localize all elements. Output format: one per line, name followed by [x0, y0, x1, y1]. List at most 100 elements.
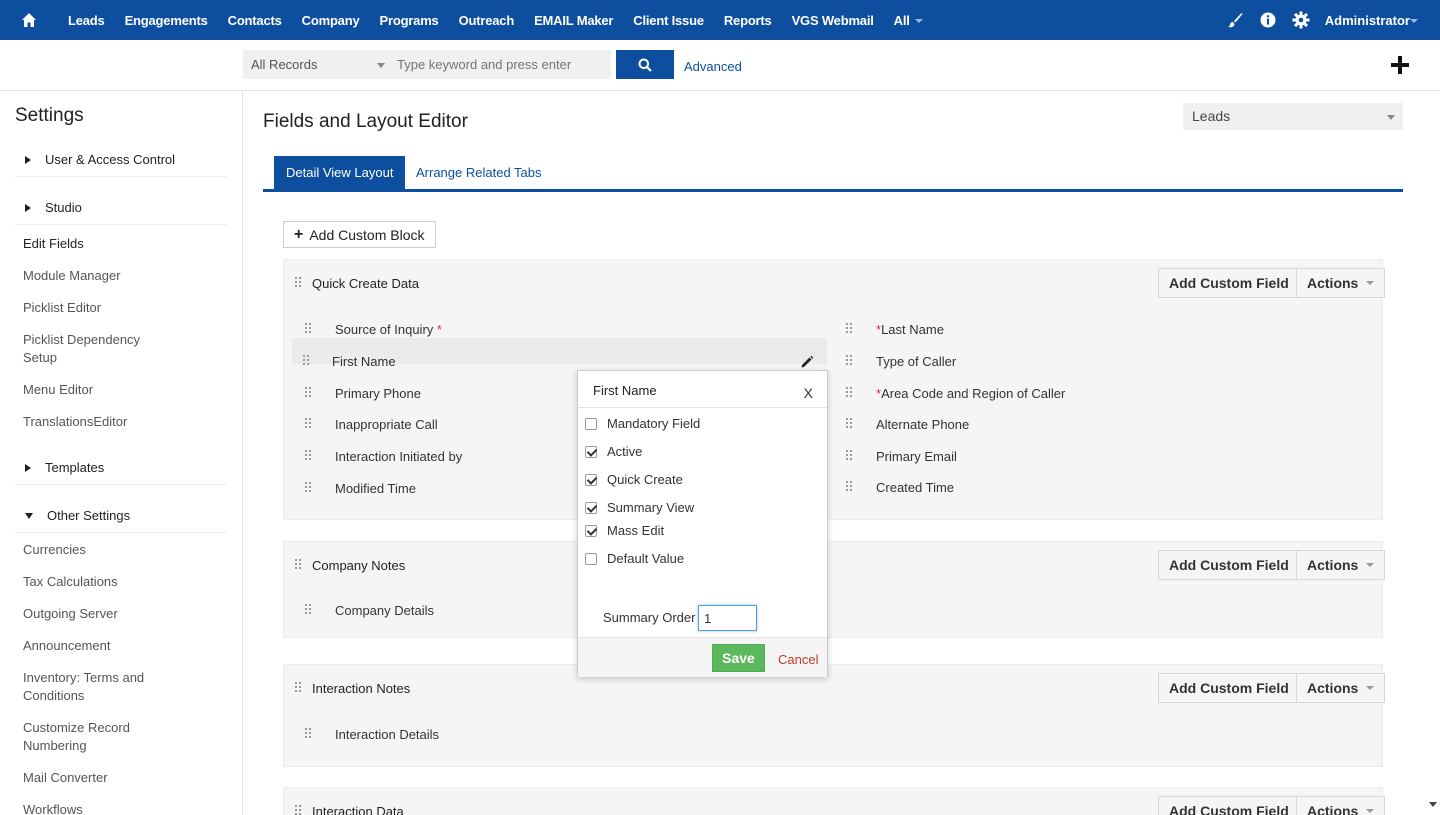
sidebar-item-menu-editor[interactable]: Menu Editor	[23, 381, 183, 399]
add-custom-field-button[interactable]: Add Custom Field	[1158, 550, 1300, 580]
field-modified-time[interactable]: Modified Time	[335, 481, 416, 496]
field-interaction-initiated-by[interactable]: Interaction Initiated by	[335, 449, 462, 464]
sidebar-group-user-access[interactable]: User & Access Control	[15, 143, 227, 177]
checkbox-mandatory-field[interactable]	[585, 417, 597, 430]
search-input[interactable]	[391, 50, 611, 79]
drag-handle-icon[interactable]	[295, 682, 303, 694]
drag-handle-icon[interactable]	[295, 277, 303, 289]
field-created-time[interactable]: Created Time	[876, 480, 954, 495]
drag-handle-icon[interactable]	[295, 559, 303, 571]
option-active[interactable]: Active	[585, 444, 642, 459]
cancel-link[interactable]: Cancel	[778, 652, 818, 667]
option-mass-edit[interactable]: Mass Edit	[585, 523, 664, 538]
field-type-of-caller[interactable]: Type of Caller	[876, 354, 956, 369]
sidebar-item-currencies[interactable]: Currencies	[23, 541, 183, 559]
drag-handle-icon[interactable]	[295, 805, 303, 815]
search-button[interactable]	[616, 50, 674, 79]
add-custom-field-button[interactable]: Add Custom Field	[1158, 673, 1300, 703]
field-primary-email[interactable]: Primary Email	[876, 449, 957, 464]
drag-handle-icon[interactable]	[846, 481, 854, 493]
nav-programs[interactable]: Programs	[370, 13, 449, 28]
nav-email-maker[interactable]: EMAIL Maker	[524, 13, 623, 28]
drag-handle-icon[interactable]	[305, 604, 313, 616]
sidebar-item-customize-record-numbering[interactable]: Customize Record Numbering	[23, 719, 143, 755]
advanced-search-link[interactable]: Advanced	[684, 59, 742, 74]
user-menu[interactable]: Administrator	[1318, 13, 1440, 28]
field-last-name[interactable]: *Last Name	[876, 322, 944, 337]
sidebar-item-outgoing-server[interactable]: Outgoing Server	[23, 605, 183, 623]
field-area-code-region[interactable]: *Area Code and Region of Caller	[876, 386, 1065, 401]
nav-leads[interactable]: Leads	[58, 13, 115, 28]
sidebar-group-other-settings[interactable]: Other Settings	[15, 499, 227, 533]
module-select[interactable]: Leads	[1183, 103, 1403, 130]
drag-handle-icon[interactable]	[305, 323, 313, 335]
checkbox-default-value[interactable]	[585, 552, 597, 565]
field-alternate-phone[interactable]: Alternate Phone	[876, 417, 969, 432]
drag-handle-icon[interactable]	[846, 450, 854, 462]
save-button[interactable]: Save	[712, 644, 765, 672]
drag-handle-icon[interactable]	[846, 418, 854, 430]
home-icon[interactable]	[0, 0, 58, 40]
tab-arrange-related-tabs[interactable]: Arrange Related Tabs	[404, 156, 554, 189]
nav-vgs-webmail[interactable]: VGS Webmail	[782, 13, 884, 28]
sidebar-item-picklist-editor[interactable]: Picklist Editor	[23, 299, 183, 317]
sidebar-item-edit-fields[interactable]: Edit Fields	[23, 235, 183, 253]
sidebar-item-mail-converter[interactable]: Mail Converter	[23, 769, 183, 787]
field-first-name[interactable]: First Name	[332, 354, 396, 369]
drag-handle-icon[interactable]	[305, 387, 313, 399]
field-source-of-inquiry[interactable]: Source of Inquiry *	[335, 322, 442, 337]
search-scope-select[interactable]: All Records	[243, 50, 391, 79]
checkbox-active[interactable]	[585, 445, 597, 458]
block-actions-button[interactable]: Actions	[1296, 550, 1386, 580]
sidebar-item-inventory-terms[interactable]: Inventory: Terms and Conditions	[23, 669, 153, 705]
option-summary-view[interactable]: Summary View	[585, 500, 694, 515]
nav-engagements[interactable]: Engagements	[115, 13, 218, 28]
nav-outreach[interactable]: Outreach	[449, 13, 524, 28]
block-actions-button[interactable]: Actions	[1296, 673, 1386, 703]
paintbrush-icon[interactable]	[1219, 0, 1252, 40]
tab-detail-view-layout[interactable]: Detail View Layout	[274, 156, 406, 189]
field-company-details[interactable]: Company Details	[335, 603, 434, 618]
add-custom-field-button[interactable]: Add Custom Field	[1158, 796, 1300, 815]
info-icon[interactable]	[1252, 0, 1285, 40]
gear-icon[interactable]	[1285, 0, 1318, 40]
nav-company[interactable]: Company	[292, 13, 370, 28]
add-record-icon[interactable]	[1389, 54, 1411, 76]
sidebar-group-templates[interactable]: Templates	[15, 451, 227, 485]
block-actions-button[interactable]: Actions	[1296, 796, 1386, 815]
nav-client-issue[interactable]: Client Issue	[623, 13, 714, 28]
add-custom-block-button[interactable]: + Add Custom Block	[283, 221, 436, 248]
drag-handle-icon[interactable]	[305, 450, 313, 462]
option-mandatory-field[interactable]: Mandatory Field	[585, 416, 700, 431]
drag-handle-icon[interactable]	[303, 355, 311, 367]
sidebar-item-picklist-dependency[interactable]: Picklist Dependency Setup	[23, 331, 153, 367]
option-default-value[interactable]: Default Value	[585, 551, 684, 566]
pencil-icon[interactable]	[800, 355, 814, 369]
sidebar-group-studio[interactable]: Studio	[15, 191, 227, 225]
drag-handle-icon[interactable]	[846, 387, 854, 399]
sidebar-item-announcement[interactable]: Announcement	[23, 637, 183, 655]
sidebar-item-workflows[interactable]: Workflows	[23, 801, 183, 815]
drag-handle-icon[interactable]	[305, 728, 313, 740]
close-icon[interactable]: X	[804, 385, 813, 401]
drag-handle-icon[interactable]	[846, 323, 854, 335]
drag-handle-icon[interactable]	[846, 355, 854, 367]
checkbox-mass-edit[interactable]	[585, 524, 597, 537]
checkbox-summary-view[interactable]	[585, 501, 597, 514]
sidebar-item-translations-editor[interactable]: TranslationsEditor	[23, 413, 183, 431]
drag-handle-icon[interactable]	[305, 482, 313, 494]
checkbox-quick-create[interactable]	[585, 473, 597, 486]
field-inappropriate-call[interactable]: Inappropriate Call	[335, 417, 438, 432]
sidebar-item-tax-calculations[interactable]: Tax Calculations	[23, 573, 183, 591]
field-interaction-details[interactable]: Interaction Details	[335, 727, 439, 742]
summary-order-input[interactable]	[698, 605, 757, 631]
scroll-down-arrow-icon[interactable]	[1429, 802, 1437, 807]
nav-reports[interactable]: Reports	[714, 13, 782, 28]
field-primary-phone[interactable]: Primary Phone	[335, 386, 421, 401]
nav-contacts[interactable]: Contacts	[218, 13, 292, 28]
nav-all-menu[interactable]: All	[884, 13, 933, 28]
sidebar-item-module-manager[interactable]: Module Manager	[23, 267, 183, 285]
option-quick-create[interactable]: Quick Create	[585, 472, 683, 487]
add-custom-field-button[interactable]: Add Custom Field	[1158, 268, 1300, 298]
block-actions-button[interactable]: Actions	[1296, 268, 1386, 298]
